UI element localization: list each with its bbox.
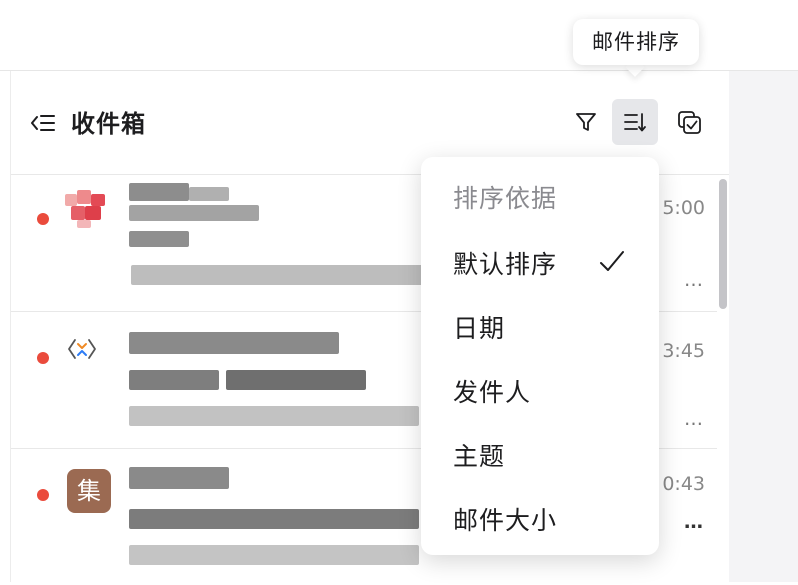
- multi-select-icon: [678, 111, 701, 134]
- preview-redacted: [129, 545, 419, 565]
- checkmark-icon: [600, 251, 624, 271]
- sort-icon: [624, 113, 646, 132]
- sort-option-label: 主题: [453, 442, 506, 471]
- mail-time: 5:00: [662, 197, 705, 219]
- filter-icon: [576, 113, 596, 131]
- subject-redacted: [129, 370, 219, 390]
- sort-option-size[interactable]: 邮件大小: [421, 490, 659, 544]
- mail-time: 3:45: [662, 340, 705, 362]
- sort-menu-header: 排序依据: [453, 184, 558, 213]
- mail-list-scrollbar[interactable]: [717, 175, 729, 582]
- filter-button[interactable]: [563, 99, 609, 145]
- subject-redacted: [129, 509, 419, 529]
- multi-select-button[interactable]: [666, 99, 712, 145]
- unread-dot: [37, 213, 49, 225]
- sender-redacted: [189, 187, 229, 201]
- sender-redacted: [129, 205, 259, 221]
- sort-option-default[interactable]: 默认排序: [421, 234, 659, 288]
- sender-redacted: [129, 332, 339, 354]
- preview-redacted: [129, 406, 419, 426]
- preview-ellipsis: …: [684, 408, 703, 430]
- sort-tooltip: 邮件排序: [573, 19, 699, 65]
- subject-redacted: [129, 231, 189, 247]
- sort-option-label: 邮件大小: [453, 506, 558, 535]
- preview-redacted: [131, 265, 426, 285]
- avatar: [57, 184, 107, 234]
- subject-ellipsis: …: [684, 511, 703, 533]
- sender-redacted: [129, 467, 229, 489]
- right-side-pane: [728, 71, 798, 582]
- sort-option-date[interactable]: 日期: [421, 298, 659, 352]
- unread-dot: [37, 352, 49, 364]
- preview-ellipsis: …: [684, 269, 703, 291]
- sort-option-sender[interactable]: 发件人: [421, 362, 659, 416]
- sort-button[interactable]: [612, 99, 658, 145]
- sort-menu: 排序依据 默认排序 日期 发件人 主题 邮件大小: [421, 157, 659, 555]
- sort-option-label: 发件人: [453, 378, 532, 407]
- avatar: 集: [67, 469, 111, 513]
- unread-dot: [37, 489, 49, 501]
- page-title: 收件箱: [71, 110, 146, 138]
- subject-redacted: [226, 370, 366, 390]
- sender-redacted: [129, 183, 189, 201]
- sort-option-subject[interactable]: 主题: [421, 426, 659, 480]
- code-brackets-icon: [57, 334, 107, 384]
- mail-time: 0:43: [662, 473, 705, 495]
- sort-option-label: 默认排序: [453, 250, 558, 279]
- sort-option-label: 日期: [453, 314, 506, 343]
- back-list-icon[interactable]: [29, 109, 57, 137]
- scroll-thumb[interactable]: [719, 179, 727, 309]
